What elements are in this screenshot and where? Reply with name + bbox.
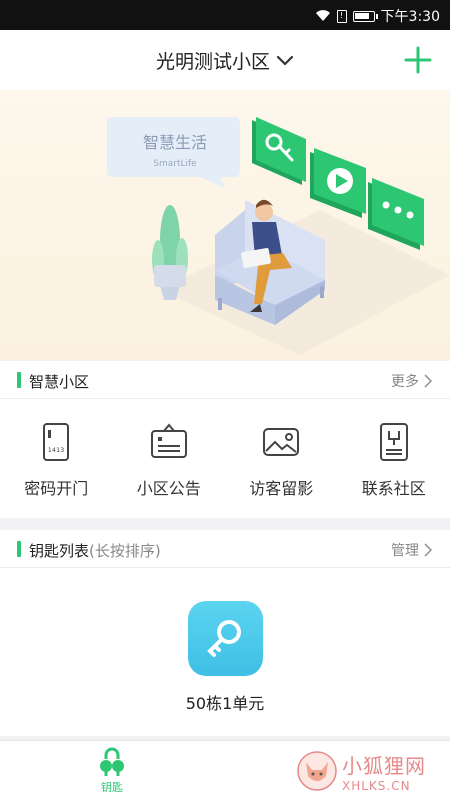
- section-header: 钥匙列表(长按排序) 管理: [0, 530, 450, 568]
- community-selector[interactable]: 光明测试小区: [0, 47, 450, 74]
- password-door-icon: 1413: [43, 423, 70, 461]
- notice-board-icon: [150, 423, 187, 458]
- battery-level: [354, 12, 369, 19]
- status-bar: ! 下午3:30: [0, 0, 450, 30]
- add-icon[interactable]: [404, 46, 432, 74]
- keys-subtitle: (长按排序): [89, 542, 161, 560]
- banner-illustration: 智慧生活 SmartLife: [0, 90, 450, 360]
- status-time: 下午3:30: [380, 9, 440, 25]
- sim-icon: !: [336, 9, 347, 23]
- key-button[interactable]: [187, 601, 263, 676]
- wifi-icon: [315, 10, 331, 22]
- feature-notice-board[interactable]: 小区公告: [113, 399, 226, 519]
- key-label: 50栋1单元: [185, 694, 265, 713]
- section-accent-bar: [17, 541, 21, 557]
- watermark-line2: XHLKS.CN: [342, 778, 411, 793]
- keys-title: 钥匙列表: [29, 542, 90, 560]
- section-title: 钥匙列表(长按排序): [29, 540, 161, 561]
- contact-community-icon: [379, 423, 408, 461]
- svg-text:1413: 1413: [48, 446, 65, 454]
- card-title: 智慧生活: [143, 133, 207, 152]
- keys-section: 钥匙列表(长按排序) 管理 50栋1单元: [0, 530, 450, 736]
- community-name: 光明测试小区: [155, 51, 270, 73]
- more-label: 更多: [391, 374, 419, 390]
- section-title: 智慧小区: [29, 373, 90, 391]
- banner-art: 智慧生活 SmartLife: [107, 117, 450, 355]
- key-tile-icon: [252, 117, 306, 185]
- feature-grid: 1413 密码开门 小区公告 访客留影 联系社区: [0, 399, 450, 519]
- manage-label: 管理: [391, 543, 419, 559]
- fox-logo-icon: [297, 751, 337, 791]
- tab-label: 钥匙: [101, 781, 123, 794]
- keys-tab-icon: [100, 747, 124, 776]
- plant-illustration: [152, 205, 188, 300]
- key-icon: [207, 619, 241, 657]
- section-header: 智慧小区 更多: [0, 361, 450, 399]
- smartlife-card: [107, 117, 240, 188]
- more-link[interactable]: 更多: [391, 371, 432, 391]
- section-accent-bar: [17, 372, 21, 388]
- chevron-right-icon: [424, 543, 432, 557]
- tab-keys[interactable]: 钥匙: [82, 747, 142, 795]
- watermark-line1: 小狐狸网: [342, 753, 426, 778]
- watermark: 小狐狸网 XHLKS.CN: [296, 745, 446, 797]
- chevron-down-icon: [276, 55, 294, 66]
- feature-contact-community[interactable]: 联系社区: [338, 399, 450, 519]
- feature-label: 联系社区: [361, 479, 426, 498]
- battery-icon: [352, 10, 378, 22]
- title-bar: 光明测试小区: [0, 30, 450, 90]
- smart-community-section: 智慧小区 更多 1413 密码开门 小区公告 访客留影 联系社区: [0, 361, 450, 518]
- visitor-photo-icon: [263, 428, 300, 456]
- play-tile-icon: [310, 148, 366, 218]
- feature-visitor-photo[interactable]: 访客留影: [225, 399, 338, 519]
- chevron-right-icon: [424, 374, 432, 388]
- manage-link[interactable]: 管理: [391, 540, 432, 560]
- feature-label: 访客留影: [249, 479, 314, 498]
- feature-password-door[interactable]: 1413 密码开门: [0, 399, 113, 519]
- key-list: 50栋1单元: [0, 568, 450, 736]
- card-subtitle: SmartLife: [153, 159, 197, 169]
- feature-label: 小区公告: [136, 479, 201, 498]
- feature-label: 密码开门: [24, 479, 89, 498]
